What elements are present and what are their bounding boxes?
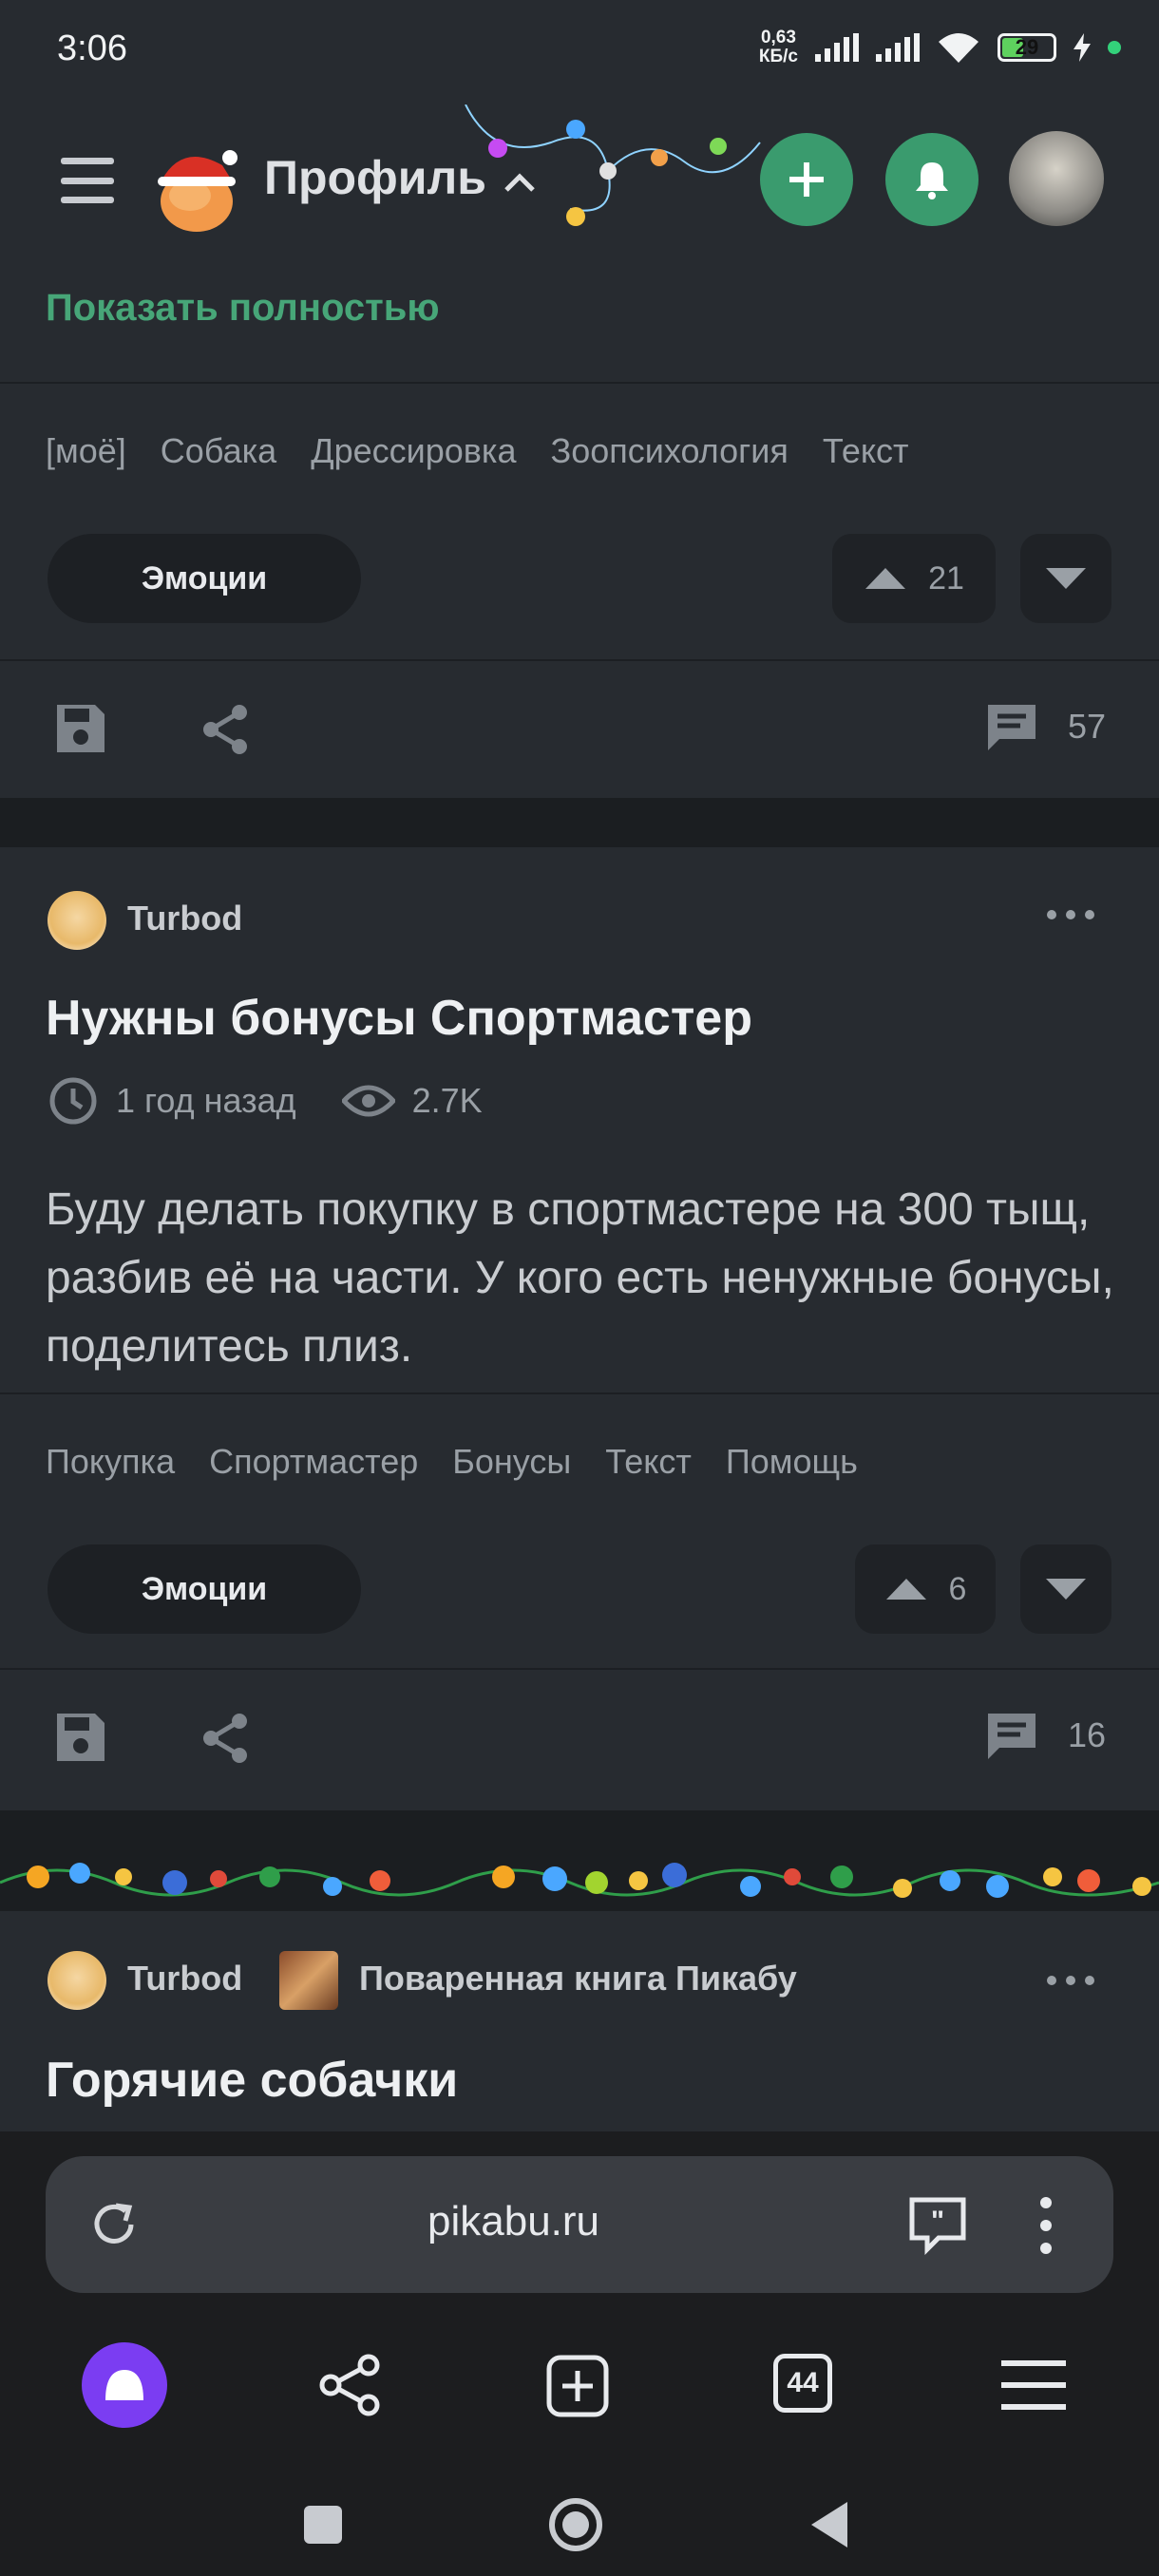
add-post-button[interactable] [760,133,853,226]
garland-decoration [0,1863,1159,1898]
address-bar[interactable]: pikabu.ru " [46,2156,1113,2293]
divider [0,659,1159,661]
tag[interactable]: Текст [823,431,909,471]
reload-icon[interactable] [87,2198,141,2251]
charging-icon [1074,33,1091,62]
page-title[interactable]: Профиль [264,150,486,205]
rating: 21 [928,559,964,597]
post-title[interactable]: Горячие собачки [46,2052,458,2109]
save-icon[interactable] [53,1710,108,1765]
rating: 6 [948,1570,967,1607]
clock: 3:06 [57,28,127,68]
tag[interactable]: Собака [161,431,276,471]
community-name[interactable]: Поваренная книга Пикабу [359,1959,797,1998]
home-button[interactable] [547,2496,604,2553]
svg-text:": " [931,2206,944,2237]
wifi-icon [939,33,978,63]
reviews-icon[interactable]: " [906,2194,969,2255]
more-options-icon[interactable] [1045,1974,1096,1987]
downvote-button[interactable] [1020,1544,1112,1634]
alice-icon [105,2370,143,2400]
garland-decoration [465,104,761,226]
arrow-up-icon [885,1579,926,1600]
tag[interactable]: Бонусы [452,1442,571,1482]
prev-post-tags: [моё] Собака Дрессировка Зоопсихология Т… [46,431,943,471]
divider [0,382,1159,384]
next-post: Turbod Поваренная книга Пикабу Горячие с… [0,1911,1159,2156]
tag[interactable]: Текст [605,1442,692,1482]
menu-icon[interactable] [999,2359,1068,2411]
post-title[interactable]: Нужны бонусы Спортмастер [46,990,752,1047]
post-time: 1 год назад [116,1081,296,1120]
tag[interactable]: [моё] [46,431,126,471]
post-views: 2.7K [411,1081,483,1120]
pikabu-logo[interactable] [144,133,249,237]
more-options-icon[interactable] [1045,908,1096,921]
battery-icon: 29 [998,33,1056,62]
signal-icon-2 [876,33,920,62]
author-name[interactable]: Turbod [127,899,242,938]
privacy-dot [1108,41,1121,54]
notifications-button[interactable] [885,133,978,226]
bottom-nav: 44 [0,2293,1159,2576]
arrow-down-icon [1046,1579,1086,1600]
post-body: Буду делать покупку в спортмастере на 30… [46,1184,1114,1372]
post-tags: Покупка Спортмастер Бонусы Текст Помощь [46,1442,892,1482]
signal-icon [815,33,859,62]
save-icon[interactable] [53,701,108,756]
upvote-button[interactable]: 6 [855,1544,996,1634]
bell-icon [916,162,948,199]
share-icon[interactable] [319,2354,382,2416]
plus-icon [789,162,824,197]
feed-gap [0,798,1159,847]
back-button[interactable] [809,2500,849,2549]
tabs-count: 44 [787,2367,819,2398]
arrow-down-icon [1046,568,1086,589]
community-avatar[interactable] [279,1951,338,2010]
emotions-button[interactable]: Эмоции [48,534,361,623]
new-tab-icon[interactable] [545,2354,610,2418]
post-meta: 1 год назад 2.7K [48,1075,483,1127]
divider [0,1392,1159,1394]
tag[interactable]: Покупка [46,1442,175,1482]
views-icon [341,1085,395,1117]
tabs-button[interactable]: 44 [773,2354,832,2413]
recents-button[interactable] [304,2506,342,2544]
menu-icon[interactable] [61,154,114,207]
share-icon[interactable] [200,1712,253,1765]
status-bar: 3:06 0,63 КБ/с 29 [0,0,1159,104]
net-speed-value: 0,63 [760,28,796,47]
share-icon[interactable] [200,703,253,756]
prev-post: Показать полностью [моё] Собака Дрессиро… [0,260,1159,798]
app-header: Профиль [0,104,1159,262]
author-avatar[interactable] [48,891,106,950]
status-icons: 0,63 КБ/с 29 [759,28,1121,66]
tag[interactable]: Помощь [726,1442,858,1482]
comments-count[interactable]: 16 [1068,1715,1106,1755]
battery-level: 29 [1015,35,1039,59]
user-avatar[interactable] [1009,131,1104,226]
emotions-button[interactable]: Эмоции [48,1544,361,1634]
author-avatar[interactable] [48,1951,106,2010]
tag[interactable]: Зоопсихология [550,431,788,471]
feed-gap [0,1810,1159,1911]
tag[interactable]: Спортмастер [209,1442,418,1482]
author-name[interactable]: Turbod [127,1959,242,1998]
clock-icon [49,1077,97,1125]
url-text[interactable]: pikabu.ru [428,2198,599,2245]
upvote-button[interactable]: 21 [832,534,996,623]
comments-icon[interactable] [984,1710,1039,1761]
post-card: Turbod Нужны бонусы Спортмастер 1 год на… [0,847,1159,1810]
show-full-link[interactable]: Показать полностью [46,287,440,330]
arrow-up-icon [865,568,906,589]
downvote-button[interactable] [1020,534,1112,623]
net-speed-unit: КБ/с [758,47,798,66]
more-vertical-icon[interactable] [1039,2196,1053,2255]
divider [0,1668,1159,1670]
net-speed: 0,63 КБ/с [759,28,798,66]
tag[interactable]: Дрессировка [311,431,516,471]
alice-button[interactable] [82,2342,167,2428]
comments-count[interactable]: 57 [1068,707,1106,747]
comments-icon[interactable] [984,701,1039,752]
